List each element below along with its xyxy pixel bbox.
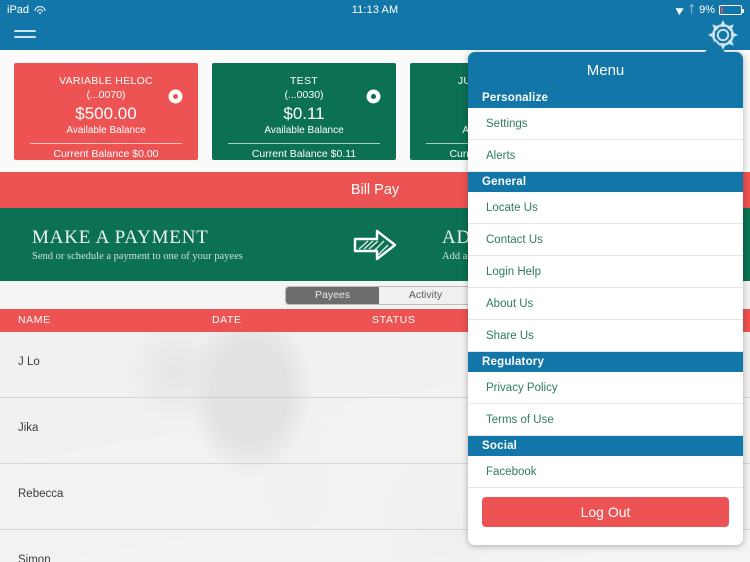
payee-name: Jika: [18, 422, 39, 434]
menu-item-terms-of-use[interactable]: Terms of Use: [468, 404, 743, 436]
segmented-control[interactable]: Payees Activity: [285, 286, 473, 305]
hamburger-icon[interactable]: [14, 25, 36, 43]
logout-container: Log Out: [468, 488, 743, 527]
location-arrow-icon: [676, 4, 686, 16]
tab-payees[interactable]: Payees: [286, 287, 379, 304]
menu-item-settings[interactable]: Settings: [468, 108, 743, 140]
make-a-payment-subtitle: Send or schedule a payment to one of you…: [32, 250, 243, 262]
menu-item-alerts[interactable]: Alerts: [468, 140, 743, 172]
menu-item-facebook[interactable]: Facebook: [468, 456, 743, 488]
menu-section-personalize: Personalize: [468, 88, 743, 108]
column-header-date: DATE: [212, 314, 242, 326]
make-a-payment-action[interactable]: MAKE A PAYMENT Send or schedule a paymen…: [0, 226, 340, 264]
account-current-balance: Current Balance $0.11: [251, 147, 357, 160]
battery-icon: [719, 5, 744, 15]
column-header-name: NAME: [18, 314, 51, 326]
menu-title: Menu: [468, 52, 743, 88]
account-settings-gear-icon[interactable]: [167, 88, 184, 105]
account-name: TEST: [289, 74, 319, 87]
column-header-status: STATUS: [372, 314, 416, 326]
status-bar: iPad 11:13 AM ᛏ 9%: [0, 0, 750, 20]
account-amount: $0.11: [283, 103, 325, 123]
menu-item-contact-us[interactable]: Contact Us: [468, 224, 743, 256]
menu-item-share-us[interactable]: Share Us: [468, 320, 743, 352]
nav-bar: [0, 20, 750, 50]
app-root: iPad 11:13 AM ᛏ 9% VARIABLE HELOC (...00…: [0, 0, 750, 562]
settings-menu-popover: Menu Personalize Settings Alerts General…: [468, 52, 743, 545]
page-title: Bill Pay: [350, 182, 400, 198]
menu-section-social: Social: [468, 436, 743, 456]
account-settings-gear-icon[interactable]: [365, 88, 382, 105]
arrow-right-icon: [340, 226, 410, 264]
account-card[interactable]: TEST (...0030) $0.11 Available Balance C…: [212, 62, 396, 160]
payee-name: J Lo: [18, 356, 40, 368]
menu-item-login-help[interactable]: Login Help: [468, 256, 743, 288]
account-amount-label: Available Balance: [66, 124, 146, 136]
menu-section-general: General: [468, 172, 743, 192]
menu-item-privacy-policy[interactable]: Privacy Policy: [468, 372, 743, 404]
bluetooth-icon: ᛏ: [688, 3, 696, 16]
account-name: VARIABLE HELOC: [59, 74, 153, 87]
logout-button[interactable]: Log Out: [482, 497, 729, 527]
payee-name: Rebecca: [18, 488, 64, 500]
menu-section-regulatory: Regulatory: [468, 352, 743, 372]
status-bar-time: 11:13 AM: [351, 4, 399, 16]
account-card[interactable]: VARIABLE HELOC (...0070) $500.00 Availab…: [14, 62, 198, 160]
popover-arrow: [704, 41, 726, 53]
account-current-balance: Current Balance $0.00: [53, 147, 159, 160]
account-amount-label: Available Balance: [264, 124, 344, 136]
menu-item-about-us[interactable]: About Us: [468, 288, 743, 320]
battery-percent-label: 9%: [699, 4, 715, 16]
tab-activity[interactable]: Activity: [379, 287, 472, 304]
payee-name: Simon: [18, 554, 51, 562]
menu-item-locate-us[interactable]: Locate Us: [468, 192, 743, 224]
make-a-payment-title: MAKE A PAYMENT: [32, 226, 209, 248]
account-amount: $500.00: [75, 103, 137, 123]
